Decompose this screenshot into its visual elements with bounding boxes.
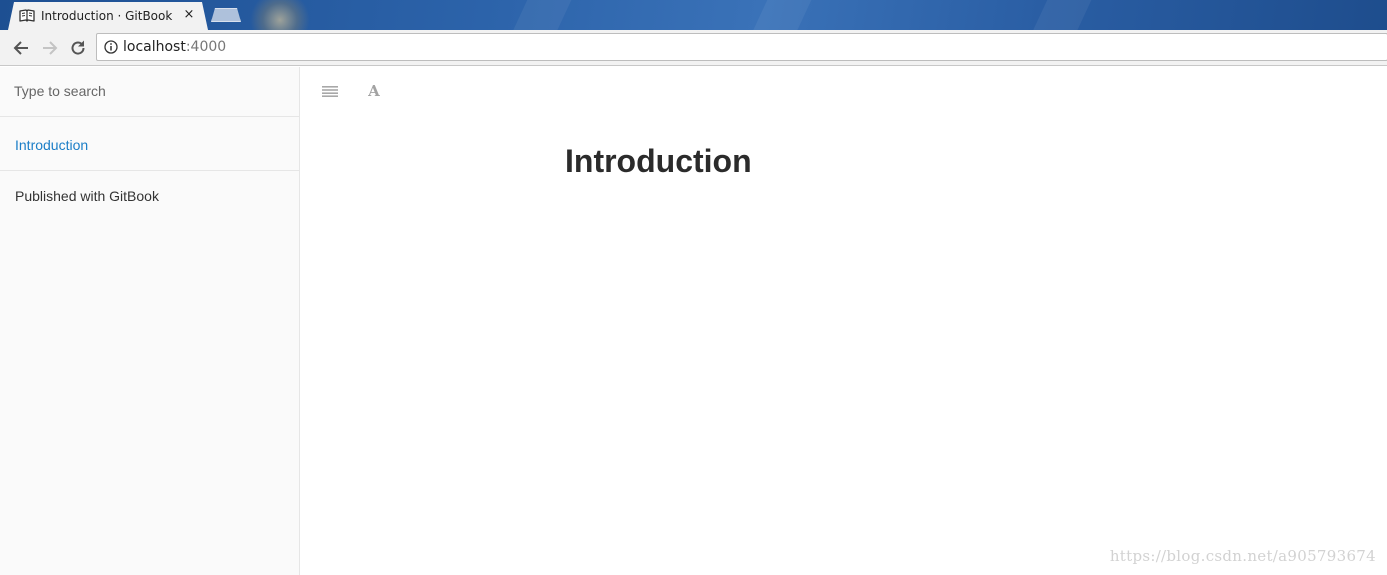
back-button[interactable] (10, 37, 32, 59)
url-host: localhost (123, 39, 186, 55)
arrow-left-icon (13, 41, 28, 55)
summary-item-introduction[interactable]: Introduction (15, 137, 88, 153)
reload-button[interactable] (67, 37, 89, 59)
book-icon (19, 8, 35, 24)
window-titlebar: Introduction · GitBook × (0, 0, 1387, 30)
page-content: A Introduction (300, 67, 1387, 575)
titlebar-streak (744, 0, 816, 30)
toggle-sidebar-button[interactable] (320, 81, 340, 101)
search-box (0, 67, 299, 117)
book-sidebar: Introduction Published with GitBook (0, 67, 300, 575)
watermark-text: https://blog.csdn.net/a905793674 (1109, 547, 1376, 565)
arrow-right-icon (43, 41, 58, 55)
tab-title: Introduction · GitBook (41, 9, 173, 23)
summary-divider (0, 170, 299, 171)
font-icon: A (368, 82, 380, 100)
url-port: :4000 (185, 39, 227, 55)
address-bar[interactable]: localhost:4000 (96, 33, 1387, 61)
search-input[interactable] (14, 81, 284, 101)
font-settings-button[interactable]: A (364, 81, 384, 101)
page-title: Introduction (565, 143, 752, 179)
close-icon[interactable]: × (182, 8, 196, 22)
new-tab-button[interactable] (211, 8, 241, 22)
menu-lines-icon (322, 86, 338, 97)
reload-icon (71, 40, 85, 55)
published-with-gitbook-link[interactable]: Published with GitBook (15, 188, 159, 204)
info-icon[interactable] (104, 40, 118, 54)
browser-toolbar: localhost:4000 (0, 30, 1387, 66)
tab-introduction[interactable]: Introduction · GitBook × (8, 2, 208, 30)
titlebar-streak (1024, 0, 1096, 30)
desktop-background-glow (250, 0, 310, 30)
forward-button[interactable] (39, 37, 61, 59)
titlebar-streak (504, 0, 576, 30)
